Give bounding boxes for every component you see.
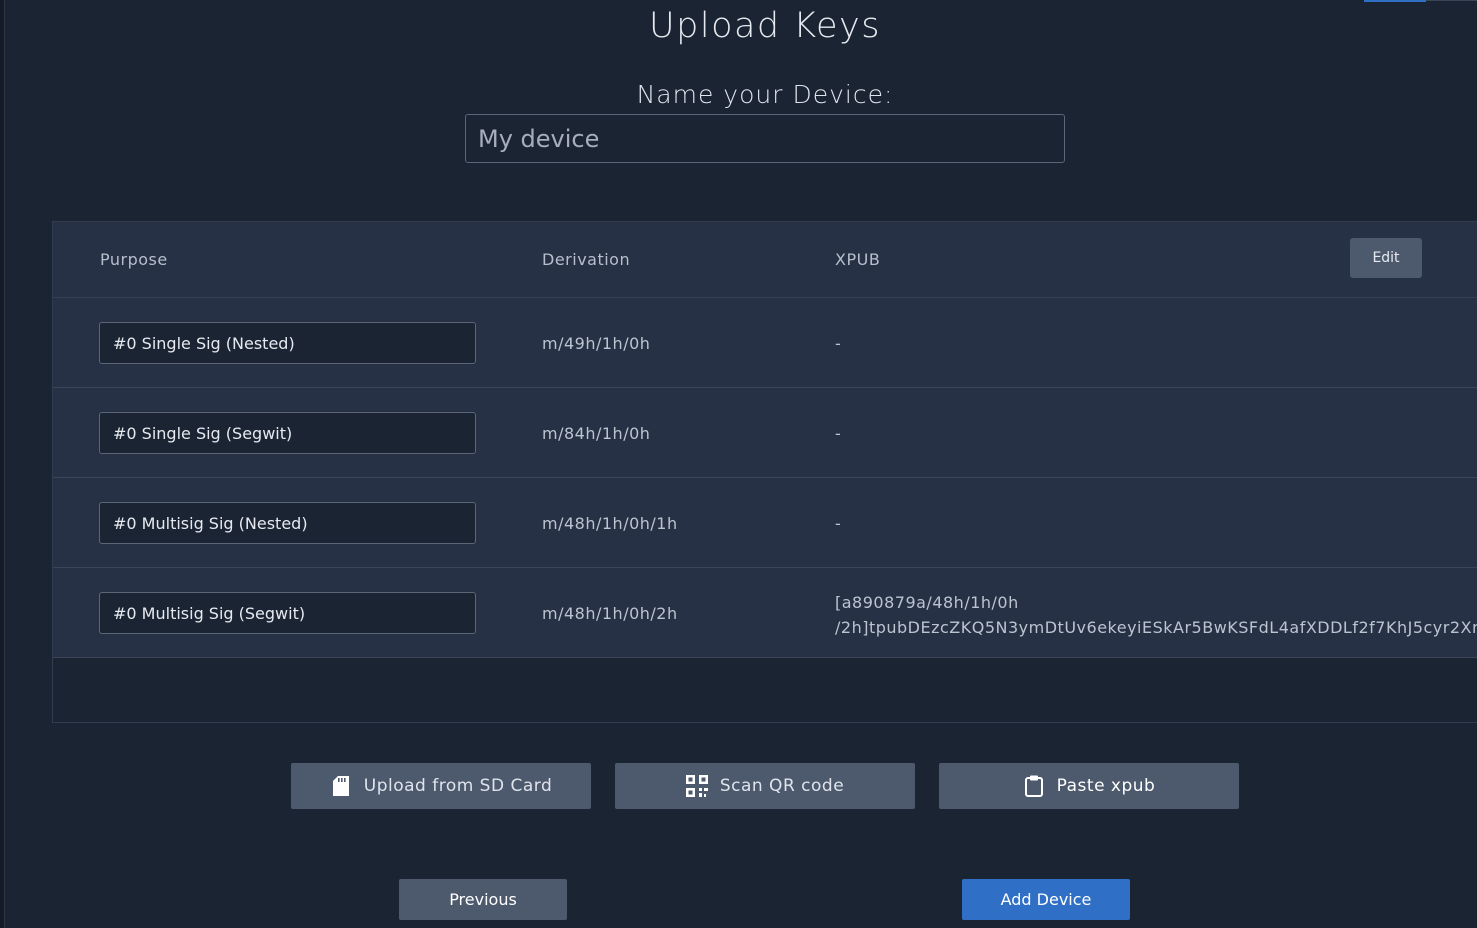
xpub-value: - bbox=[835, 424, 842, 443]
upload-sd-card-button[interactable]: Upload from SD Card bbox=[291, 763, 591, 809]
table-row: m/48h/1h/0h/1h - bbox=[53, 478, 1477, 568]
derivation-path: m/49h/1h/0h bbox=[542, 334, 651, 353]
edit-button[interactable]: Edit bbox=[1350, 238, 1422, 278]
derivation-path: m/48h/1h/0h/2h bbox=[542, 604, 678, 623]
purpose-input[interactable] bbox=[99, 502, 476, 544]
scan-qr-label: Scan QR code bbox=[719, 776, 845, 796]
top-accent-line bbox=[1426, 0, 1477, 1]
derivation-path: m/84h/1h/0h bbox=[542, 424, 651, 443]
left-border bbox=[0, 0, 5, 928]
top-accent bbox=[1364, 0, 1426, 2]
paste-xpub-button[interactable]: Paste xpub bbox=[939, 763, 1239, 809]
keys-table: Purpose Derivation XPUB Edit m/49h/1h/0h… bbox=[52, 221, 1477, 723]
xpub-value: - bbox=[835, 334, 842, 353]
device-name-input[interactable] bbox=[465, 114, 1065, 163]
upload-sd-card-label: Upload from SD Card bbox=[363, 776, 553, 796]
column-purpose: Purpose bbox=[100, 250, 168, 269]
add-device-button[interactable]: Add Device bbox=[962, 879, 1130, 920]
table-row: m/84h/1h/0h - bbox=[53, 388, 1477, 478]
qr-code-icon bbox=[685, 775, 708, 797]
sd-card-icon bbox=[330, 775, 352, 797]
xpub-value: - bbox=[835, 514, 842, 533]
table-header: Purpose Derivation XPUB Edit bbox=[53, 222, 1477, 299]
scan-qr-button[interactable]: Scan QR code bbox=[615, 763, 915, 809]
page-title: Upload Keys bbox=[649, 6, 881, 46]
purpose-input[interactable] bbox=[99, 592, 476, 634]
paste-xpub-label: Paste xpub bbox=[1056, 776, 1156, 796]
table-row: m/49h/1h/0h - bbox=[53, 298, 1477, 388]
clipboard-icon bbox=[1023, 775, 1045, 797]
device-name-label: Name your Device: bbox=[636, 80, 894, 109]
column-xpub: XPUB bbox=[835, 250, 881, 269]
table-row: m/48h/1h/0h/2h [a890879a/48h/1h/0h /2h]t… bbox=[53, 568, 1477, 658]
purpose-input[interactable] bbox=[99, 322, 476, 364]
derivation-path: m/48h/1h/0h/1h bbox=[542, 514, 678, 533]
purpose-input[interactable] bbox=[99, 412, 476, 454]
previous-button[interactable]: Previous bbox=[399, 879, 567, 920]
column-derivation: Derivation bbox=[542, 250, 631, 269]
xpub-value: [a890879a/48h/1h/0h /2h]tpubDEzcZKQ5N3ym… bbox=[835, 593, 1477, 637]
